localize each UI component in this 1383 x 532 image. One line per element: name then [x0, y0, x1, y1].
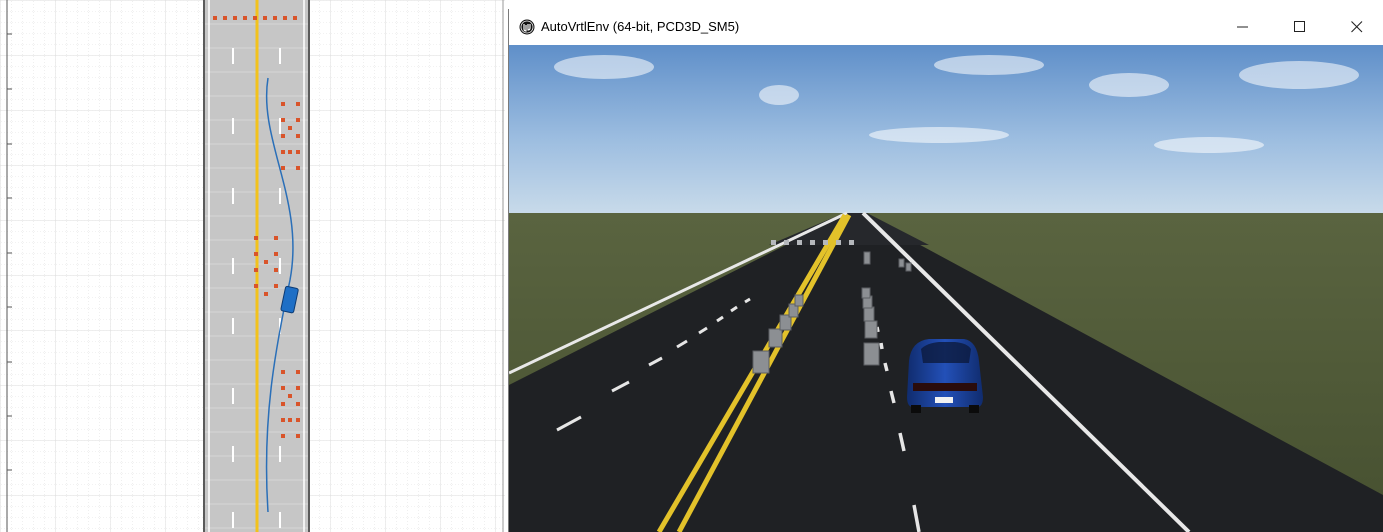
maximize-button[interactable] [1277, 9, 1323, 45]
minimize-button[interactable] [1220, 9, 1266, 45]
barrels-top-row [213, 16, 297, 20]
birds-eye-plot-svg [0, 0, 505, 532]
window-titlebar[interactable]: AutoVrtlEnv (64-bit, PCD3D_SM5) [509, 9, 1383, 45]
3d-scene-viewport[interactable] [509, 45, 1383, 532]
birds-eye-plot [0, 0, 505, 532]
window-title: AutoVrtlEnv (64-bit, PCD3D_SM5) [541, 19, 740, 34]
simulation-window: AutoVrtlEnv (64-bit, PCD3D_SM5) [508, 9, 1383, 532]
close-button[interactable] [1334, 9, 1380, 45]
unreal-engine-icon [519, 19, 535, 35]
close-icon [1351, 21, 1363, 33]
maximize-icon [1294, 21, 1305, 32]
minimize-icon [1237, 26, 1248, 28]
ego-vehicle-3d [907, 339, 983, 413]
